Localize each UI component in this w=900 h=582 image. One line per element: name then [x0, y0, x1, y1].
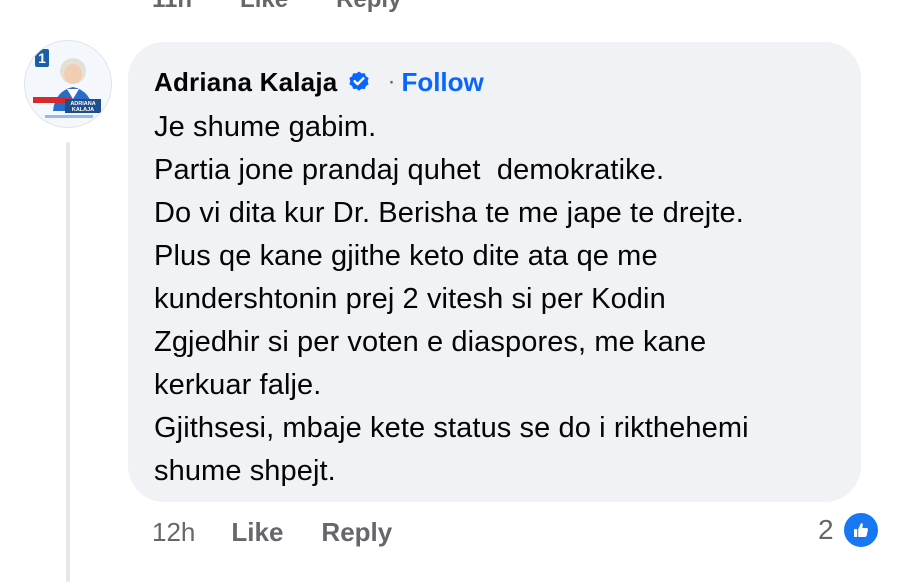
- thumbs-up-icon: [841, 511, 880, 549]
- follow-button[interactable]: Follow: [401, 67, 483, 98]
- previous-reply-button[interactable]: Reply: [336, 0, 401, 13]
- comment-line: Partia jone prandaj quhet demokratike.: [154, 154, 665, 186]
- comment-line: Do vi dita kur Dr. Berisha te me jape te…: [154, 197, 744, 229]
- author-name[interactable]: Adriana Kalaja: [154, 67, 337, 98]
- comment-header: Adriana Kalaja · Follow: [154, 64, 837, 100]
- avatar-caption-last: KALAJA: [72, 107, 94, 113]
- comment-text: Je shume gabim. Partia jone prandaj quhe…: [154, 106, 837, 493]
- reply-button[interactable]: Reply: [321, 517, 392, 548]
- comment-bubble: Adriana Kalaja · Follow Je shume gabim. …: [128, 42, 861, 502]
- like-button[interactable]: Like: [231, 517, 283, 548]
- previous-comment-time: 11h: [152, 0, 192, 13]
- comment-line: kundershtonin prej 2 vitesh si per Kodin: [154, 283, 666, 315]
- comment-line: Je shume gabim.: [154, 111, 377, 143]
- previous-comment-actions: 11h Like Reply: [152, 0, 401, 13]
- avatar-number: 1: [38, 50, 46, 66]
- previous-like-button[interactable]: Like: [240, 0, 288, 13]
- thread-line: [66, 142, 70, 582]
- comment-time[interactable]: 12h: [152, 517, 195, 548]
- separator-dot: ·: [387, 68, 396, 95]
- comment-line: shume shpejt.: [154, 455, 336, 487]
- comment-line: Zgjedhir si per voten e diaspores, me ka…: [154, 326, 707, 358]
- comment-line: Plus qe kane gjithe keto dite ata qe me: [154, 240, 658, 272]
- comment-actions: 12h Like Reply: [152, 514, 392, 550]
- verified-badge-icon: [347, 70, 371, 94]
- avatar[interactable]: 1 ADRIANA KALAJA: [24, 40, 112, 128]
- comment-line: kerkuar falje.: [154, 369, 322, 401]
- comment-line: Gjithsesi, mbaje kete status se do i rik…: [154, 412, 749, 444]
- reaction-summary[interactable]: 2: [818, 510, 880, 550]
- reaction-count: 2: [818, 514, 834, 545]
- avatar-image: 1 ADRIANA KALAJA: [25, 41, 111, 127]
